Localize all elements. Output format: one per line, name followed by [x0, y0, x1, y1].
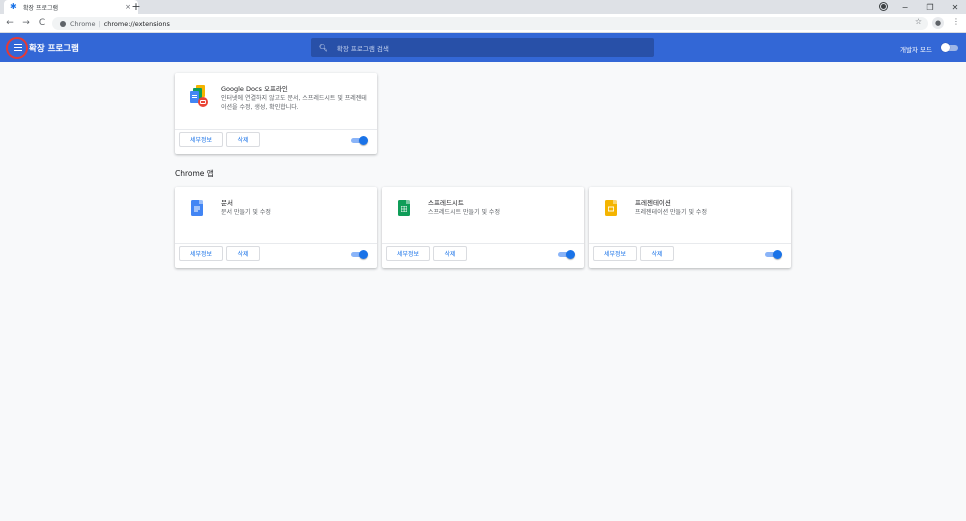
reload-button[interactable]: C: [36, 17, 48, 29]
docs-offline-icon: [190, 85, 208, 107]
sheets-icon: [398, 200, 410, 216]
browser-toolbar: ← → C Chrome | chrome://extensions ☆ ● ⋮: [0, 14, 966, 33]
profile-indicator-icon[interactable]: [880, 3, 887, 10]
back-button[interactable]: ←: [4, 17, 16, 29]
enable-toggle-knob: [773, 250, 782, 259]
details-button[interactable]: 세부정보: [179, 132, 223, 147]
developer-mode-toggle[interactable]: [941, 43, 958, 52]
tab-title: 확장 프로그램: [23, 4, 59, 12]
new-tab-button[interactable]: +: [130, 1, 142, 13]
address-host: Chrome: [70, 19, 96, 28]
main-menu-button[interactable]: [8, 38, 27, 57]
bookmark-star-icon[interactable]: ☆: [915, 17, 922, 26]
docs-icon: [191, 200, 203, 216]
details-button[interactable]: 세부정보: [386, 246, 430, 261]
remove-button[interactable]: 삭제: [226, 132, 260, 147]
enable-toggle-knob: [359, 136, 368, 145]
slides-icon: [605, 200, 617, 216]
extension-card-docs-offline: Google Docs 오프라인 인터넷에 연결하지 않고도 문서, 스프레드시…: [175, 73, 377, 154]
enable-toggle-knob: [359, 250, 368, 259]
enable-toggle[interactable]: [351, 250, 368, 259]
app-description: 문서 만들기 및 수정: [221, 209, 271, 216]
card-divider: [382, 243, 584, 244]
app-description: 프레젠테이션 만들기 및 수정: [635, 209, 707, 216]
remove-button[interactable]: 삭제: [433, 246, 467, 261]
extension-name: Google Docs 오프라인: [221, 85, 288, 93]
search-placeholder: 확장 프로그램 검색: [336, 44, 389, 53]
extensions-header: 확장 프로그램 🔍︎ 확장 프로그램 검색 개발자 모드: [0, 33, 966, 62]
developer-mode-label: 개발자 모드: [900, 46, 932, 54]
forward-button[interactable]: →: [20, 17, 32, 29]
enable-toggle[interactable]: [765, 250, 782, 259]
app-card-sheets: 스프레드시트 스프레드시트 만들기 및 수정 세부정보 삭제: [382, 187, 584, 268]
hamburger-icon: [13, 44, 22, 51]
details-button[interactable]: 세부정보: [593, 246, 637, 261]
enable-toggle[interactable]: [351, 136, 368, 145]
puzzle-icon: ✱: [10, 2, 17, 11]
tab-extensions[interactable]: ✱ 확장 프로그램 ×: [4, 0, 138, 14]
remove-button[interactable]: 삭제: [226, 246, 260, 261]
account-avatar-icon[interactable]: ●: [932, 17, 944, 29]
close-window-button[interactable]: ✕: [950, 3, 960, 12]
tab-strip: ✱ 확장 프로그램 × + − ❐ ✕: [0, 0, 966, 14]
remove-button[interactable]: 삭제: [640, 246, 674, 261]
app-name: 스프레드시트: [428, 199, 464, 207]
card-divider: [175, 129, 377, 130]
page-title: 확장 프로그램: [29, 44, 79, 54]
developer-mode-toggle-knob: [941, 43, 950, 52]
extension-description: 인터넷에 연결하지 않고도 문서, 스프레드시트 및 프레젠테이션을 수정, 생…: [221, 95, 367, 111]
browser-menu-icon[interactable]: ⋮: [952, 17, 960, 26]
card-divider: [175, 243, 377, 244]
restore-button[interactable]: ❐: [925, 3, 935, 12]
app-name: 문서: [221, 199, 233, 207]
app-description: 스프레드시트 만들기 및 수정: [428, 209, 500, 216]
details-button[interactable]: 세부정보: [179, 246, 223, 261]
app-card-slides: 프레젠테이션 프레젠테이션 만들기 및 수정 세부정보 삭제: [589, 187, 791, 268]
chrome-apps-section-title: Chrome 앱: [175, 169, 214, 178]
app-name: 프레젠테이션: [635, 199, 671, 207]
enable-toggle[interactable]: [558, 250, 575, 259]
app-card-docs: 문서 문서 만들기 및 수정 세부정보 삭제: [175, 187, 377, 268]
minimize-button[interactable]: −: [900, 3, 910, 12]
chrome-page-icon: [60, 20, 66, 27]
window-controls: − ❐ ✕: [900, 0, 960, 14]
address-url: chrome://extensions: [103, 19, 170, 28]
card-divider: [589, 243, 791, 244]
address-separator: |: [98, 19, 101, 28]
search-input[interactable]: 🔍︎ 확장 프로그램 검색: [311, 38, 654, 57]
address-bar[interactable]: Chrome | chrome://extensions: [52, 17, 928, 30]
enable-toggle-knob: [566, 250, 575, 259]
search-icon: 🔍︎: [319, 43, 328, 52]
